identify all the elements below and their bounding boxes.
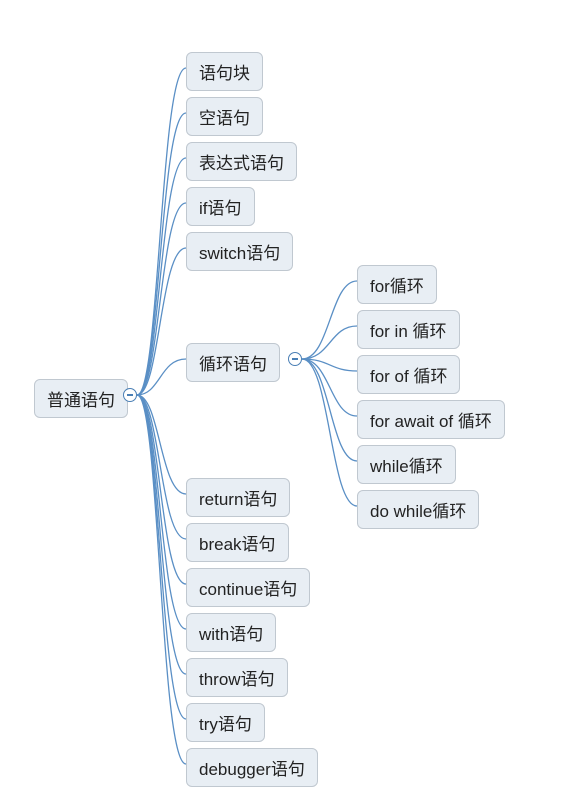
node-empty-stmt[interactable]: 空语句: [186, 97, 263, 136]
node-label: do while循环: [370, 502, 466, 521]
node-label: continue语句: [199, 580, 297, 599]
node-debugger-stmt[interactable]: debugger语句: [186, 748, 318, 787]
node-label: switch语句: [199, 244, 280, 263]
node-throw-stmt[interactable]: throw语句: [186, 658, 288, 697]
node-return-stmt[interactable]: return语句: [186, 478, 290, 517]
collapse-icon[interactable]: [123, 388, 137, 402]
node-for-loop[interactable]: for循环: [357, 265, 437, 304]
node-label: while循环: [370, 457, 443, 476]
node-for-in-loop[interactable]: for in 循环: [357, 310, 460, 349]
node-label: 空语句: [199, 109, 250, 128]
node-switch-stmt[interactable]: switch语句: [186, 232, 293, 271]
node-continue-stmt[interactable]: continue语句: [186, 568, 310, 607]
node-label: break语句: [199, 535, 276, 554]
node-label: try语句: [199, 715, 252, 734]
node-label: debugger语句: [199, 760, 305, 779]
node-label: throw语句: [199, 670, 275, 689]
node-break-stmt[interactable]: break语句: [186, 523, 289, 562]
node-try-stmt[interactable]: try语句: [186, 703, 265, 742]
node-do-while-loop[interactable]: do while循环: [357, 490, 479, 529]
node-stmt-block[interactable]: 语句块: [186, 52, 263, 91]
node-while-loop[interactable]: while循环: [357, 445, 456, 484]
node-label: with语句: [199, 625, 263, 644]
node-for-await-of-loop[interactable]: for await of 循环: [357, 400, 505, 439]
node-label: for await of 循环: [370, 412, 492, 431]
node-label: for循环: [370, 277, 424, 296]
node-if-stmt[interactable]: if语句: [186, 187, 255, 226]
root-label: 普通语句: [47, 391, 115, 410]
node-label: 循环语句: [199, 355, 267, 374]
node-label: 语句块: [199, 64, 250, 83]
node-label: for of 循环: [370, 367, 447, 386]
node-with-stmt[interactable]: with语句: [186, 613, 276, 652]
node-for-of-loop[interactable]: for of 循环: [357, 355, 460, 394]
root-node[interactable]: 普通语句: [34, 379, 128, 418]
collapse-icon[interactable]: [288, 352, 302, 366]
node-label: return语句: [199, 490, 277, 509]
node-expr-stmt[interactable]: 表达式语句: [186, 142, 297, 181]
node-label: for in 循环: [370, 322, 447, 341]
node-label: if语句: [199, 199, 242, 218]
node-loop-stmt[interactable]: 循环语句: [186, 343, 280, 382]
node-label: 表达式语句: [199, 154, 284, 173]
